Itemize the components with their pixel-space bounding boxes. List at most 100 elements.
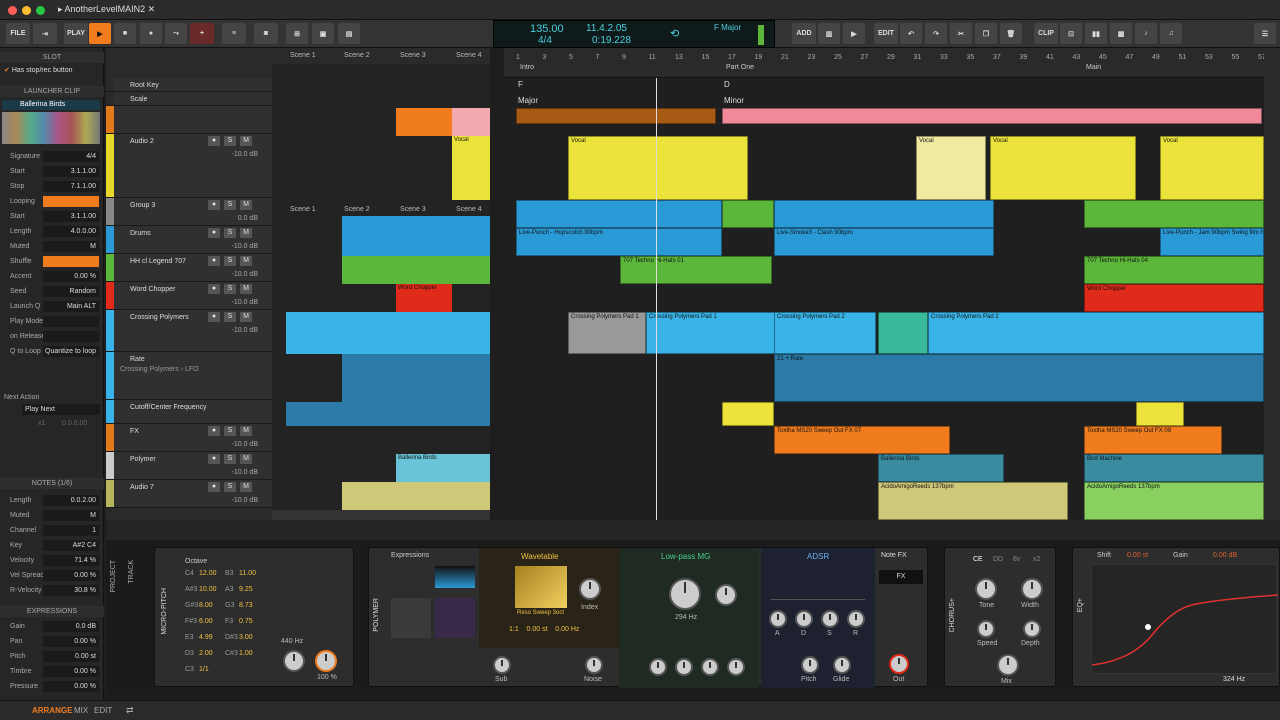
project-tab[interactable]: ▸ AnotherLevelMAIN2 ✕ — [58, 4, 155, 15]
arranger-clip[interactable]: 707 Techno Hi-Hats 04 — [1084, 256, 1264, 284]
out-knob[interactable] — [889, 654, 909, 674]
delete-icon[interactable]: 🗑 — [1000, 23, 1022, 44]
mute-button[interactable]: M — [240, 482, 252, 492]
note-fx-button[interactable]: Note FX — [881, 552, 907, 559]
property-value[interactable]: 0.00 % — [43, 271, 99, 282]
property-value[interactable]: M — [43, 510, 99, 521]
arranger-clip[interactable]: AcidoAmigoReeds 137bpm — [1084, 482, 1264, 520]
track-header[interactable]: Word Chopper ● S M -10.0 dB — [106, 282, 272, 310]
record-icon[interactable]: ● — [208, 284, 220, 294]
note-cents[interactable]: 4.99 — [199, 634, 213, 641]
tuning-knob[interactable] — [283, 650, 305, 672]
arranger-clip[interactable] — [774, 200, 994, 228]
group-scene-2[interactable]: Scene 2 — [344, 204, 370, 216]
solo-button[interactable]: S — [224, 482, 236, 492]
launcher-clip-rate[interactable] — [342, 354, 490, 402]
property-value[interactable] — [43, 331, 99, 342]
edit-button[interactable]: EDIT — [874, 23, 898, 44]
track-header[interactable]: Polymer ● S M -10.0 dB — [106, 452, 272, 480]
undo-icon[interactable]: ↶ — [900, 23, 922, 44]
solo-button[interactable]: S — [224, 256, 236, 266]
next-action-select[interactable]: Play Next — [22, 404, 100, 415]
next-action-time[interactable]: 0.0.0.00 — [62, 420, 87, 427]
fx-button[interactable]: FX — [879, 570, 923, 584]
mute-button[interactable]: M — [240, 454, 252, 464]
arranger-clip[interactable] — [516, 200, 722, 228]
time-display[interactable]: 0:19.228 — [592, 35, 631, 46]
note-cents[interactable]: 0.75 — [239, 618, 253, 625]
property-value[interactable] — [43, 256, 99, 267]
arranger-clip[interactable]: Crossing Polymers Pad 2 — [928, 312, 1264, 354]
bars-icon[interactable]: ▮▮ — [1085, 23, 1107, 44]
mute-button[interactable]: M — [240, 200, 252, 210]
arranger-overview[interactable] — [106, 520, 1280, 540]
track-header[interactable]: Crossing Polymers ● S M -10.0 dB — [106, 310, 272, 352]
chorus-tab[interactable]: DD — [993, 556, 1003, 563]
mod-graph[interactable] — [391, 598, 431, 638]
expression-graph[interactable] — [435, 566, 475, 588]
note-cents[interactable]: 1.00 — [239, 650, 253, 657]
eq-freq-value[interactable]: 324 Hz — [1223, 676, 1245, 683]
sub-knob[interactable] — [493, 656, 511, 674]
scene-4[interactable]: Scene 4 — [456, 50, 482, 62]
solo-button[interactable]: S — [224, 454, 236, 464]
note-cents[interactable]: 12.00 — [199, 570, 217, 577]
panel-icon[interactable]: ▣ — [312, 23, 334, 44]
arranger-clip[interactable]: Live-Smoke3 - Clash 90bpm — [774, 228, 994, 256]
track-header[interactable]: Drums ● S M -10.0 dB — [106, 226, 272, 254]
tempo-display[interactable]: 135.00 — [530, 23, 564, 35]
track-volume[interactable]: -10.0 dB — [232, 151, 258, 158]
launcher-clip[interactable] — [342, 216, 490, 228]
note-cents[interactable]: 8.73 — [239, 602, 253, 609]
piano-icon[interactable]: ▥ — [818, 23, 840, 44]
track-volume[interactable]: -10.0 dB — [232, 243, 258, 250]
scene-1[interactable]: Scene 1 — [290, 50, 316, 62]
pitch-knob[interactable] — [801, 656, 819, 674]
arranger-clip[interactable]: Ballerina Birds — [878, 454, 1004, 482]
property-value[interactable]: 4.0.0.00 — [43, 226, 99, 237]
timeline-ruler[interactable]: 1 3 5 7 9 11 13 15 17 19 21 23 25 27 29 31 33 35 37 39 41 43 4… — [504, 48, 1264, 78]
arranger-clip[interactable] — [722, 108, 1262, 124]
color-palette[interactable] — [2, 112, 100, 144]
note-cents[interactable]: 2.00 — [199, 650, 213, 657]
mix-knob[interactable] — [997, 654, 1019, 676]
property-value[interactable]: 3.1.1.00 — [43, 166, 99, 177]
quantize-icon[interactable]: ⊡ — [1060, 23, 1082, 44]
property-value[interactable]: 3.1.1.00 — [43, 211, 99, 222]
track-header[interactable]: Rate Crossing Polymers › LFO — [106, 352, 272, 400]
note-cents[interactable]: 6.00 — [199, 618, 213, 625]
layers-icon[interactable]: ≡ — [222, 23, 246, 44]
filter-type[interactable]: Low-pass MG — [661, 552, 710, 561]
wavetable-display[interactable] — [515, 566, 567, 608]
track-volume[interactable]: -10.0 dB — [232, 327, 258, 334]
arranger-clip[interactable]: Vocal — [568, 136, 748, 200]
track-header[interactable]: Root Key — [106, 78, 272, 92]
record-icon[interactable]: ● — [208, 426, 220, 436]
launcher-clip-hh[interactable] — [342, 256, 490, 284]
next-action-count[interactable]: x1 — [38, 420, 45, 427]
track-header[interactable]: Audio 7 ● S M -10.0 dB — [106, 480, 272, 508]
note-cents[interactable]: 8.00 — [199, 602, 213, 609]
arranger-clip[interactable] — [516, 108, 716, 124]
automation-icon[interactable]: ⤳ — [165, 23, 187, 44]
decay-knob[interactable] — [795, 610, 813, 628]
property-value[interactable]: 0.0.2.00 — [43, 495, 99, 506]
arranger-clip[interactable]: Toxtha MS20 Sweep Out FX 09 — [1084, 426, 1222, 454]
arranger-clip[interactable]: Crossing Polymers Pad 2 — [774, 312, 876, 354]
solo-button[interactable]: S — [224, 200, 236, 210]
arranger-clip[interactable]: Toxtha MS20 Sweep Out FX 07 — [774, 426, 950, 454]
note-cents[interactable]: 10.00 — [199, 586, 217, 593]
arranger-clip[interactable]: Live-Punch - Jam 90bpm Swing film hit — [1160, 228, 1264, 256]
add-button[interactable]: ADD — [792, 23, 816, 44]
scene-3[interactable]: Scene 3 — [400, 50, 426, 62]
track-volume[interactable]: -10.0 dB — [232, 469, 258, 476]
property-value[interactable]: 0.00 % — [43, 681, 99, 692]
track-volume[interactable]: -10.0 dB — [232, 299, 258, 306]
track-volume[interactable]: -10.0 dB — [232, 271, 258, 278]
track-volume[interactable]: 0.0 dB — [238, 215, 258, 222]
menu-icon[interactable]: ☰ — [1254, 23, 1276, 44]
chorus-tab[interactable]: 8v — [1013, 556, 1020, 563]
swap-icon[interactable]: ⇄ — [126, 705, 134, 716]
time-signature[interactable]: 4/4 — [538, 35, 552, 46]
track-header[interactable]: HH cl Legend 707 ● S M -10.0 dB — [106, 254, 272, 282]
